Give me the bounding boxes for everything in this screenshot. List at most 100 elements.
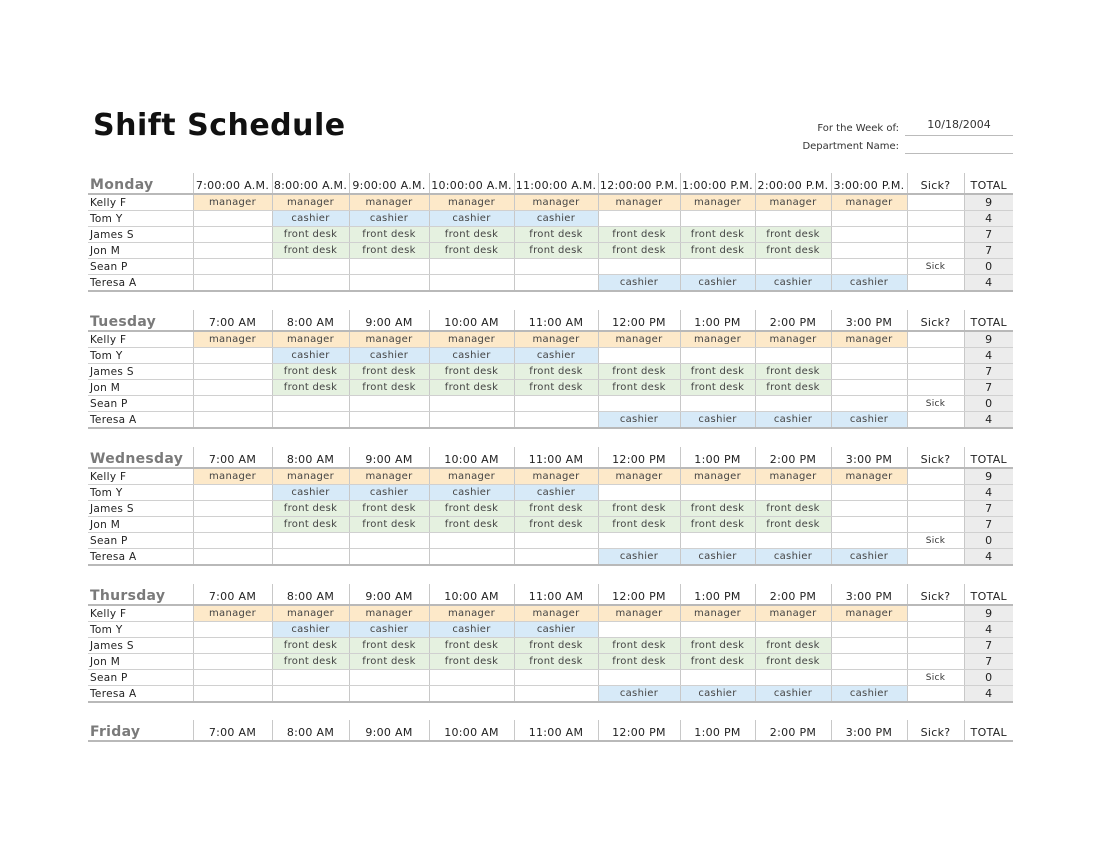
shift-cell[interactable]: front desk — [754, 226, 831, 243]
shift-cell[interactable] — [830, 532, 907, 549]
shift-cell[interactable] — [679, 621, 755, 638]
shift-cell[interactable]: front desk — [513, 516, 598, 533]
sick-cell[interactable] — [906, 210, 964, 227]
sick-cell[interactable] — [906, 605, 964, 622]
shift-cell[interactable] — [513, 532, 598, 549]
shift-cell[interactable] — [348, 411, 429, 429]
shift-cell[interactable]: cashier — [830, 274, 907, 292]
shift-cell[interactable] — [597, 532, 680, 549]
shift-cell[interactable] — [348, 685, 429, 703]
sick-cell[interactable] — [906, 363, 964, 380]
shift-cell[interactable] — [513, 669, 598, 686]
shift-cell[interactable]: front desk — [679, 226, 755, 243]
sick-cell[interactable]: Sick — [906, 258, 964, 275]
shift-cell[interactable]: manager — [597, 331, 680, 348]
shift-cell[interactable] — [830, 242, 907, 259]
shift-cell[interactable]: front desk — [679, 516, 755, 533]
shift-cell[interactable] — [192, 226, 272, 243]
shift-cell[interactable]: front desk — [754, 242, 831, 259]
shift-cell[interactable] — [428, 548, 514, 566]
shift-cell[interactable]: front desk — [754, 363, 831, 380]
sick-cell[interactable] — [906, 500, 964, 517]
shift-cell[interactable]: cashier — [754, 411, 831, 429]
shift-cell[interactable] — [830, 347, 907, 364]
shift-cell[interactable] — [754, 621, 831, 638]
shift-cell[interactable] — [192, 395, 272, 412]
shift-cell[interactable] — [192, 637, 272, 654]
shift-cell[interactable]: front desk — [271, 637, 349, 654]
shift-cell[interactable] — [597, 395, 680, 412]
shift-cell[interactable]: manager — [348, 331, 429, 348]
shift-cell[interactable]: manager — [679, 331, 755, 348]
department-field[interactable] — [905, 136, 1013, 154]
shift-cell[interactable]: cashier — [679, 548, 755, 566]
shift-cell[interactable] — [679, 669, 755, 686]
shift-cell[interactable]: manager — [192, 468, 272, 485]
shift-cell[interactable]: front desk — [348, 363, 429, 380]
shift-cell[interactable]: manager — [271, 194, 349, 211]
shift-cell[interactable] — [348, 395, 429, 412]
shift-cell[interactable] — [428, 411, 514, 429]
shift-cell[interactable] — [679, 347, 755, 364]
shift-cell[interactable]: front desk — [513, 637, 598, 654]
shift-cell[interactable]: front desk — [271, 516, 349, 533]
shift-cell[interactable]: front desk — [271, 226, 349, 243]
shift-cell[interactable] — [679, 395, 755, 412]
shift-cell[interactable] — [513, 258, 598, 275]
sick-cell[interactable] — [906, 194, 964, 211]
shift-cell[interactable]: cashier — [428, 210, 514, 227]
sick-cell[interactable] — [906, 226, 964, 243]
sick-cell[interactable] — [906, 347, 964, 364]
shift-cell[interactable]: cashier — [754, 685, 831, 703]
shift-cell[interactable] — [428, 274, 514, 292]
shift-cell[interactable]: manager — [271, 605, 349, 622]
shift-cell[interactable]: manager — [428, 605, 514, 622]
shift-cell[interactable]: cashier — [513, 210, 598, 227]
shift-cell[interactable] — [348, 669, 429, 686]
shift-cell[interactable]: front desk — [348, 653, 429, 670]
shift-cell[interactable]: manager — [679, 194, 755, 211]
shift-cell[interactable] — [192, 653, 272, 670]
shift-cell[interactable]: manager — [679, 605, 755, 622]
shift-cell[interactable]: cashier — [271, 484, 349, 501]
shift-cell[interactable] — [192, 210, 272, 227]
shift-cell[interactable]: manager — [428, 331, 514, 348]
shift-cell[interactable]: cashier — [679, 685, 755, 703]
shift-cell[interactable] — [271, 258, 349, 275]
shift-cell[interactable]: cashier — [428, 347, 514, 364]
shift-cell[interactable]: front desk — [428, 379, 514, 396]
sick-cell[interactable] — [906, 379, 964, 396]
shift-cell[interactable] — [830, 653, 907, 670]
shift-cell[interactable] — [513, 411, 598, 429]
shift-cell[interactable]: front desk — [271, 242, 349, 259]
shift-cell[interactable]: front desk — [513, 226, 598, 243]
shift-cell[interactable]: manager — [830, 605, 907, 622]
shift-cell[interactable]: manager — [830, 468, 907, 485]
week-field[interactable]: 10/18/2004 — [905, 118, 1013, 136]
shift-cell[interactable]: manager — [192, 194, 272, 211]
shift-cell[interactable] — [348, 258, 429, 275]
shift-cell[interactable] — [348, 532, 429, 549]
shift-cell[interactable] — [192, 685, 272, 703]
shift-cell[interactable] — [271, 411, 349, 429]
shift-cell[interactable] — [597, 621, 680, 638]
shift-cell[interactable]: cashier — [754, 274, 831, 292]
shift-cell[interactable]: front desk — [348, 379, 429, 396]
shift-cell[interactable] — [271, 669, 349, 686]
shift-cell[interactable] — [513, 685, 598, 703]
shift-cell[interactable]: front desk — [513, 242, 598, 259]
shift-cell[interactable]: manager — [513, 605, 598, 622]
shift-cell[interactable]: cashier — [513, 621, 598, 638]
shift-cell[interactable]: front desk — [513, 500, 598, 517]
sick-cell[interactable]: Sick — [906, 532, 964, 549]
shift-cell[interactable]: cashier — [830, 548, 907, 566]
shift-cell[interactable]: manager — [597, 605, 680, 622]
shift-cell[interactable] — [597, 484, 680, 501]
sick-cell[interactable] — [906, 484, 964, 501]
shift-cell[interactable]: front desk — [428, 363, 514, 380]
shift-cell[interactable]: manager — [597, 194, 680, 211]
shift-cell[interactable]: cashier — [348, 210, 429, 227]
shift-cell[interactable]: front desk — [348, 500, 429, 517]
shift-cell[interactable]: cashier — [348, 347, 429, 364]
shift-cell[interactable]: front desk — [513, 379, 598, 396]
